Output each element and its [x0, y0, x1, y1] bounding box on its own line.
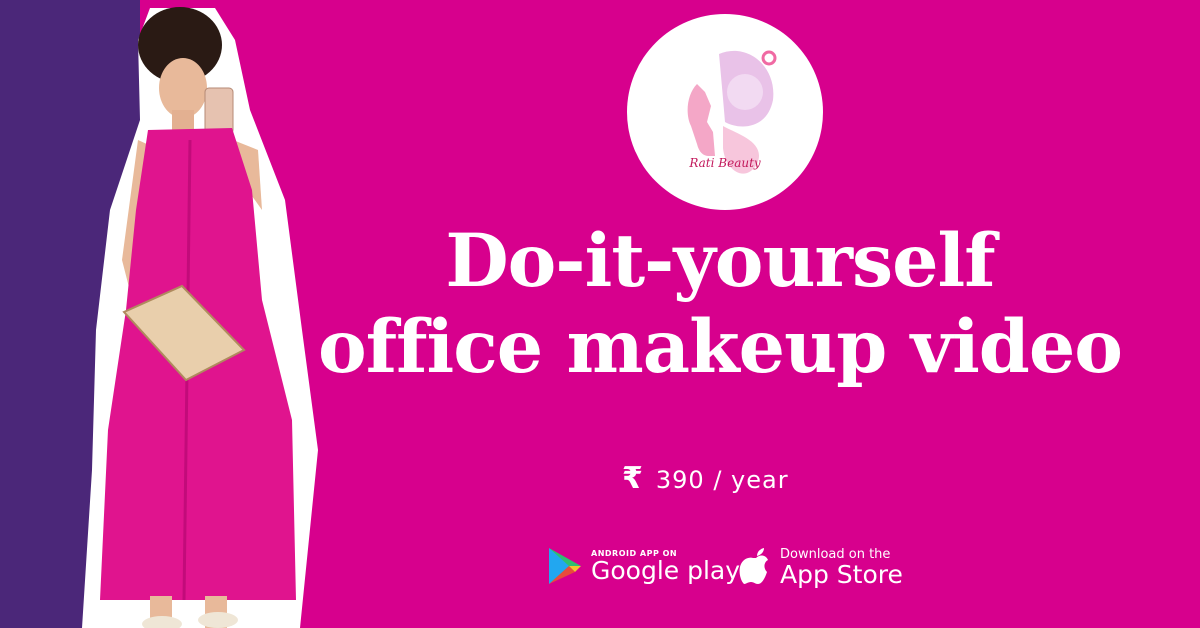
rupee-icon: ₹	[622, 461, 644, 496]
rati-beauty-logo: Rati Beauty	[627, 14, 823, 210]
app-store-badge[interactable]: Download on the App Store	[738, 546, 903, 588]
headline-line-1: Do-it-yourself	[445, 218, 995, 304]
butterfly-face-icon	[687, 50, 777, 174]
apple-icon	[739, 548, 768, 584]
headline: Do-it-yourself office makeup video	[240, 218, 1200, 390]
headline-line-2: office makeup video	[318, 304, 1123, 390]
app-store-label: App Store	[780, 559, 903, 589]
price-text: 390 / year	[655, 466, 789, 494]
google-play-badge[interactable]: ANDROID APP ON Google play	[545, 546, 740, 586]
play-triangle-icon	[549, 548, 581, 584]
google-play-label: Google play	[591, 555, 741, 585]
logo-text: Rati Beauty	[689, 156, 761, 170]
price: ₹390 / year	[622, 461, 789, 496]
